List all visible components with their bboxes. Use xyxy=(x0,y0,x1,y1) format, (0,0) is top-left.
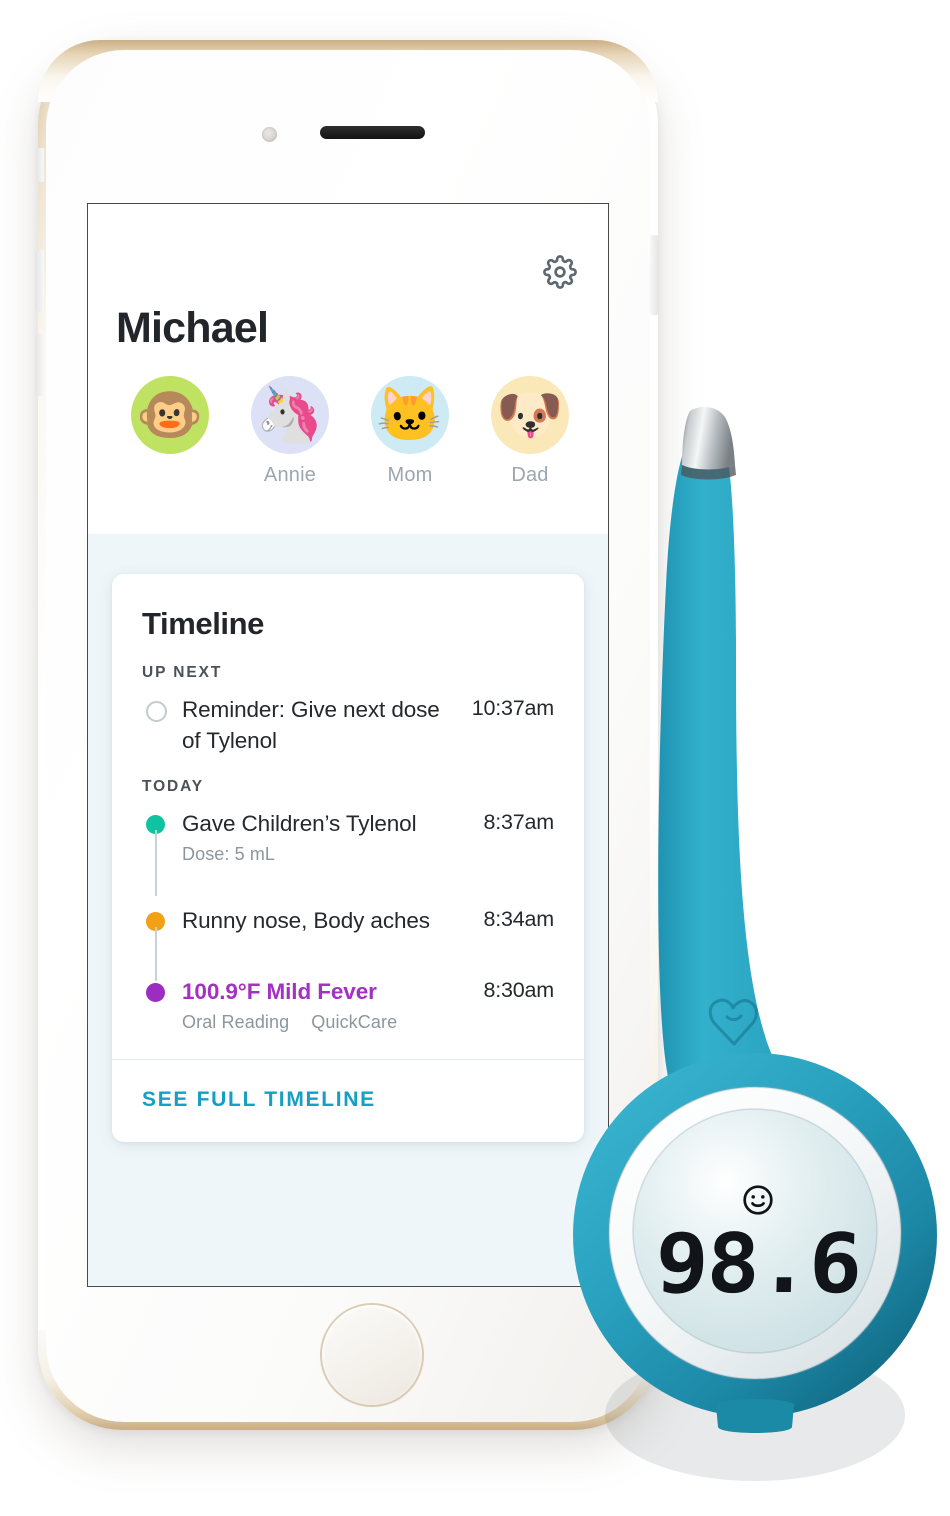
thermometer-bottom-cap xyxy=(716,1399,794,1433)
phone-power-button[interactable] xyxy=(650,235,659,315)
reminder-checkbox-icon[interactable] xyxy=(146,701,167,722)
unicorn-glyph: 🦄 xyxy=(256,385,324,445)
timeline-row[interactable]: 100.9°F Mild Fever Oral Reading QuickCare… xyxy=(142,936,554,1033)
section-heading-up-next: UP NEXT xyxy=(142,664,223,681)
section-heading-today: TODAY xyxy=(142,778,205,796)
smart-thermometer xyxy=(540,405,950,1490)
timeline-entry-label: Gave Children’s Tylenol xyxy=(182,811,417,837)
timeline-row[interactable]: Gave Children’s Tylenol Dose: 5 mL 8:37a… xyxy=(142,796,554,897)
app-header: Michael 🐵 Michael 🦄 Annie 🐱 Mom xyxy=(88,204,608,534)
phone-volume-up-button[interactable] xyxy=(35,250,44,312)
profile-avatar-mom[interactable]: 🐱 Mom xyxy=(350,376,470,487)
monkey-glyph: 🐵 xyxy=(136,385,204,445)
reading-source-label: QuickCare xyxy=(311,1012,398,1033)
phone-home-button[interactable] xyxy=(322,1305,422,1405)
timeline-row-body: Gave Children’s Tylenol Dose: 5 mL xyxy=(182,808,483,865)
profile-switcher: 🐵 Michael 🦄 Annie 🐱 Mom 🐶 Dad xyxy=(110,376,590,487)
timeline-row-body: Runny nose, Body aches xyxy=(182,891,483,936)
gear-icon xyxy=(543,254,577,294)
timeline-section-up-next: Reminder: Give next dose of Tylenol 10:3… xyxy=(112,682,584,756)
timeline-heading: Timeline xyxy=(142,606,264,641)
timeline-entry-detail: Dose: 5 mL xyxy=(182,844,276,865)
monkey-avatar-icon: 🐵 xyxy=(131,376,209,454)
cat-glyph: 🐱 xyxy=(376,385,444,445)
settings-button[interactable] xyxy=(538,252,582,296)
phone-silent-switch[interactable] xyxy=(36,148,44,182)
phone-volume-down-button[interactable] xyxy=(35,334,44,396)
timeline-entry-label: Runny nose, Body aches xyxy=(182,908,430,934)
profile-avatar-annie[interactable]: 🦄 Annie xyxy=(230,376,350,487)
timeline-entry-detail: Oral Reading QuickCare xyxy=(182,1012,475,1033)
app-screen: Michael 🐵 Michael 🦄 Annie 🐱 Mom xyxy=(88,204,608,1286)
timeline-row-body: Reminder: Give next dose of Tylenol xyxy=(182,694,472,756)
phone-front-camera xyxy=(262,127,277,142)
profile-avatar-michael[interactable]: 🐵 Michael xyxy=(110,376,230,487)
phone-earpiece-speaker xyxy=(320,126,425,139)
profile-avatar-label: Annie xyxy=(263,464,317,486)
unicorn-avatar-icon: 🦄 xyxy=(251,376,329,454)
timeline-row[interactable]: Reminder: Give next dose of Tylenol 10:3… xyxy=(142,682,554,756)
timeline-row[interactable]: Runny nose, Body aches 8:34am xyxy=(142,865,554,982)
display-glass xyxy=(633,1109,877,1353)
profile-avatar-label: Mom xyxy=(387,464,433,486)
page-title: Michael xyxy=(116,304,269,352)
reading-method-label: Oral Reading xyxy=(182,1012,290,1033)
cat-avatar-icon: 🐱 xyxy=(371,376,449,454)
thermometer-probe-tip xyxy=(682,406,735,470)
timeline-section-today: Gave Children’s Tylenol Dose: 5 mL 8:37a… xyxy=(112,796,584,1033)
timeline-entry-label: Reminder: Give next dose of Tylenol xyxy=(182,697,440,754)
see-full-timeline-link[interactable]: SEE FULL TIMELINE xyxy=(112,1060,584,1142)
timeline-entry-label: 100.9°F Mild Fever xyxy=(182,979,377,1005)
timeline-dot-temperature xyxy=(146,983,165,1003)
timeline-card: Timeline UP NEXT Reminder: Give next dos… xyxy=(112,574,584,1143)
timeline-row-body: 100.9°F Mild Fever Oral Reading QuickCare xyxy=(182,962,483,1033)
